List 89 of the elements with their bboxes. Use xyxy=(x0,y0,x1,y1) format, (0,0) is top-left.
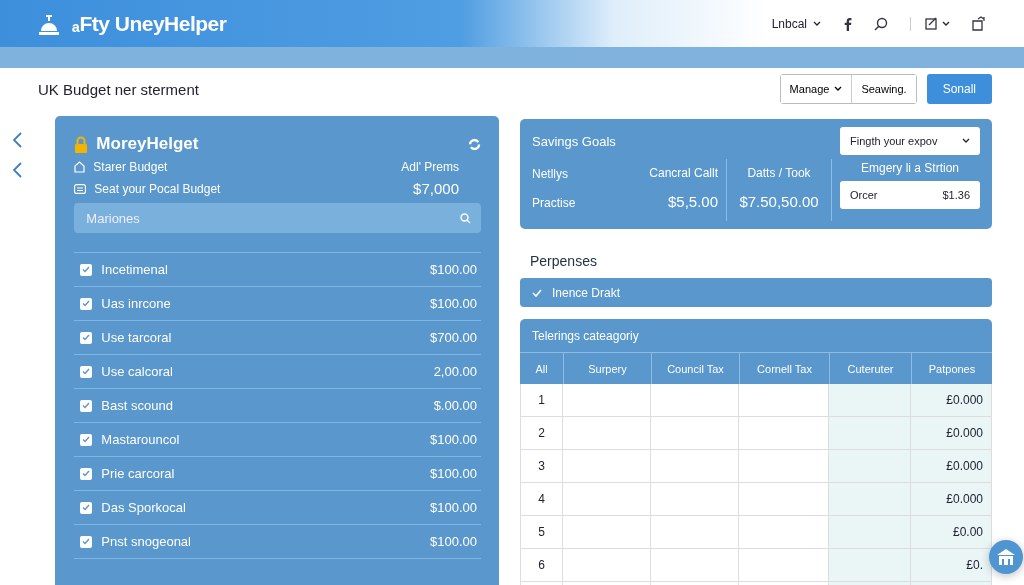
page-title: UK Budget ner sterment xyxy=(38,80,199,98)
search-icon[interactable] xyxy=(874,16,888,31)
table-cell: 5 xyxy=(520,516,563,549)
column-header: Cuteruter xyxy=(829,352,911,384)
table-cell: 4 xyxy=(520,483,563,516)
chevron-icon xyxy=(813,20,821,27)
card-title: Savings Goals xyxy=(532,134,617,149)
box-label: Orcer xyxy=(850,189,878,201)
chevron-icon xyxy=(834,86,843,92)
building-icon xyxy=(996,548,1016,566)
panel-title: MoreyHelget xyxy=(96,134,199,154)
column-header: Cornell Tax xyxy=(739,352,829,384)
checkbox[interactable] xyxy=(80,501,93,514)
facebook-icon[interactable] xyxy=(843,16,852,31)
table-cell: £0. xyxy=(911,549,992,582)
checkbox[interactable] xyxy=(80,297,93,310)
item-label: Bast scound xyxy=(101,398,173,413)
item-amount: 2,00.00 xyxy=(433,364,477,379)
item-amount: $700.00 xyxy=(430,330,477,345)
list-icon xyxy=(74,183,87,194)
search-input[interactable]: Mariones xyxy=(84,209,460,227)
table-cell: 2 xyxy=(520,417,563,450)
budget-value: Adl' Prems xyxy=(401,160,459,174)
column-header: Patpones xyxy=(911,352,992,384)
item-label: Use calcoral xyxy=(101,364,173,379)
column-header: Surpery xyxy=(563,352,651,384)
table-cell: £0.000 xyxy=(911,483,992,516)
section-heading: Perpenses xyxy=(530,253,598,269)
language-dropdown[interactable]: Lnbcal xyxy=(771,16,821,31)
item-amount: $100.00 xyxy=(430,296,477,311)
item-amount: $100.00 xyxy=(430,500,477,515)
card-label: Emgery li a Strtion xyxy=(860,161,959,175)
logo-text: ₐFty UneyHelper xyxy=(72,11,227,36)
card-label: Practise xyxy=(532,195,577,210)
table-cell: £0.00 xyxy=(911,516,992,549)
item-amount: $100.00 xyxy=(430,432,477,447)
table-cell: £0.000 xyxy=(911,450,992,483)
home-button[interactable] xyxy=(989,540,1023,574)
column-header: All xyxy=(520,352,563,384)
toolbar-button[interactable]: Seawing. xyxy=(851,75,916,103)
padlock-icon xyxy=(74,135,89,153)
column-header: Council Tax xyxy=(651,352,739,384)
table-cell: 1 xyxy=(520,384,563,417)
item-label: Mastarouncol xyxy=(101,432,180,447)
table-cell: £0.000 xyxy=(911,417,992,450)
card-label: Datts / Took xyxy=(747,165,811,180)
checkbox[interactable] xyxy=(80,365,93,378)
search-icon xyxy=(460,212,471,224)
item-amount: $100.00 xyxy=(430,262,477,277)
goal-dropdown[interactable]: Fingth your expov xyxy=(840,127,980,155)
card-value: $7.50,50.00 xyxy=(739,193,819,211)
budget-link[interactable]: Starer Budget xyxy=(93,160,168,174)
item-label: Incetimenal xyxy=(101,262,168,277)
home-icon xyxy=(74,161,86,173)
primary-button[interactable]: Sonall xyxy=(926,74,992,104)
table-cell: £0.000 xyxy=(911,384,992,417)
chevron-icon xyxy=(942,20,950,27)
checkbox[interactable] xyxy=(80,535,93,548)
chevron-icon xyxy=(962,138,970,144)
checkbox[interactable] xyxy=(80,263,93,276)
item-amount: $100.00 xyxy=(430,534,477,549)
search-field[interactable]: Mariones xyxy=(74,203,481,233)
box-value: $1.36 xyxy=(942,189,970,201)
item-label: Pnst snogeonal xyxy=(101,534,191,549)
item-label: Uas inrcone xyxy=(101,296,171,311)
item-amount: $.00.00 xyxy=(433,398,477,413)
check-icon xyxy=(532,288,542,297)
budget-value: $7,000 xyxy=(413,180,459,197)
card-value: $5,5.00 xyxy=(667,193,718,211)
table-title: Telerings cateagoriy xyxy=(520,319,992,352)
card-label: Netllys xyxy=(532,166,569,181)
app-logo[interactable]: ₐFty UneyHelper xyxy=(36,11,227,36)
checkbox[interactable] xyxy=(80,467,93,480)
checkbox[interactable] xyxy=(80,331,93,344)
item-label: Prie carcoral xyxy=(101,466,175,481)
item-amount: $100.00 xyxy=(430,466,477,481)
table-cell: 6 xyxy=(520,549,563,582)
expense-bar[interactable]: Inence Drakt xyxy=(520,278,992,307)
share-icon[interactable] xyxy=(972,16,988,31)
table-cell: 3 xyxy=(520,450,563,483)
checkbox[interactable] xyxy=(80,433,93,446)
bar-label: Inence Drakt xyxy=(552,285,621,300)
item-label: Use tarcoral xyxy=(101,330,172,345)
item-label: Das Sporkocal xyxy=(101,500,186,515)
refresh-icon[interactable] xyxy=(468,137,481,151)
card-label: Cancral Callt xyxy=(649,165,718,180)
budget-link[interactable]: Seat your Pocal Budget xyxy=(94,181,221,196)
checkbox[interactable] xyxy=(80,399,93,412)
edit-icon[interactable] xyxy=(925,16,939,31)
